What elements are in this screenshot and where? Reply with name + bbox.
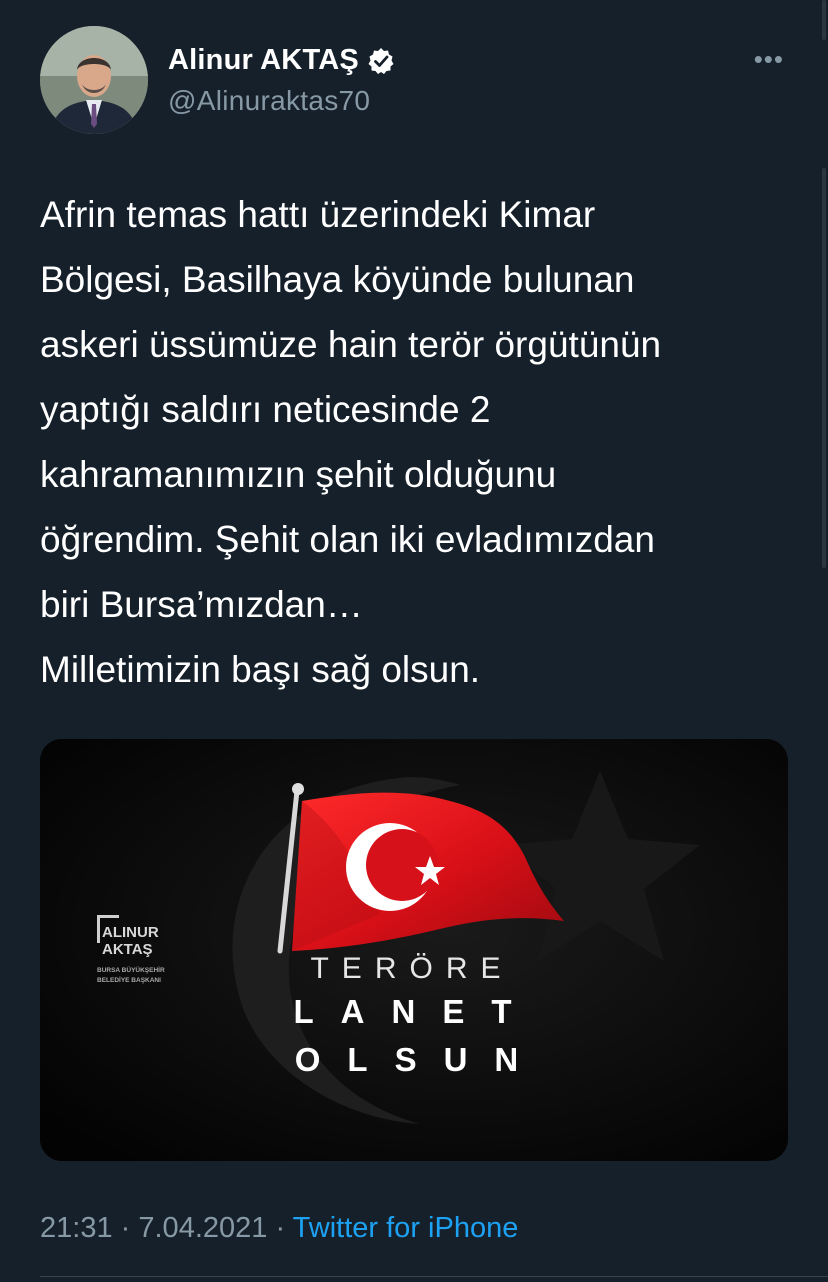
avatar[interactable]: [40, 26, 148, 134]
svg-text:BELEDİYE BAŞKANI: BELEDİYE BAŞKANI: [97, 976, 161, 984]
svg-text:BURSA BÜYÜKŞEHİR: BURSA BÜYÜKŞEHİR: [97, 965, 165, 974]
headline-line-3: OLSUN: [295, 1041, 546, 1078]
verified-badge-icon: [368, 47, 394, 74]
meta-separator: ·: [275, 1212, 286, 1244]
more-horizontal-icon: •••: [753, 44, 784, 74]
divider: [40, 1276, 828, 1277]
headline-line-2: LANET: [294, 993, 539, 1030]
scrollbar[interactable]: [822, 0, 826, 1282]
author-name[interactable]: Alinur AKTAŞ: [168, 44, 395, 77]
tweet-image[interactable]: ALINUR AKTAŞ BURSA BÜYÜKŞEHİR BELEDİYE B…: [40, 739, 788, 1161]
tweet-date[interactable]: 7.04.2021: [138, 1212, 267, 1244]
tweet-header: Alinur AKTAŞ @Alinuraktas70 •••: [40, 26, 800, 136]
tweet-meta: 21:31 · 7.04.2021 · Twitter for iPhone: [40, 1212, 518, 1245]
display-name-text: Alinur AKTAŞ: [168, 44, 359, 76]
svg-text:AKTAŞ: AKTAŞ: [102, 941, 153, 958]
author-handle[interactable]: @Alinuraktas70: [168, 85, 395, 117]
tweet-text: Afrin temas hattı üzerindeki Kimar Bölge…: [40, 194, 662, 690]
tweet-source-link[interactable]: Twitter for iPhone: [293, 1212, 519, 1244]
headline-line-1: TERÖRE: [310, 952, 513, 985]
svg-text:ALINUR: ALINUR: [102, 924, 159, 941]
tweet-time[interactable]: 21:31: [40, 1212, 113, 1244]
meta-separator: ·: [120, 1212, 131, 1244]
more-options-button[interactable]: •••: [754, 44, 784, 75]
